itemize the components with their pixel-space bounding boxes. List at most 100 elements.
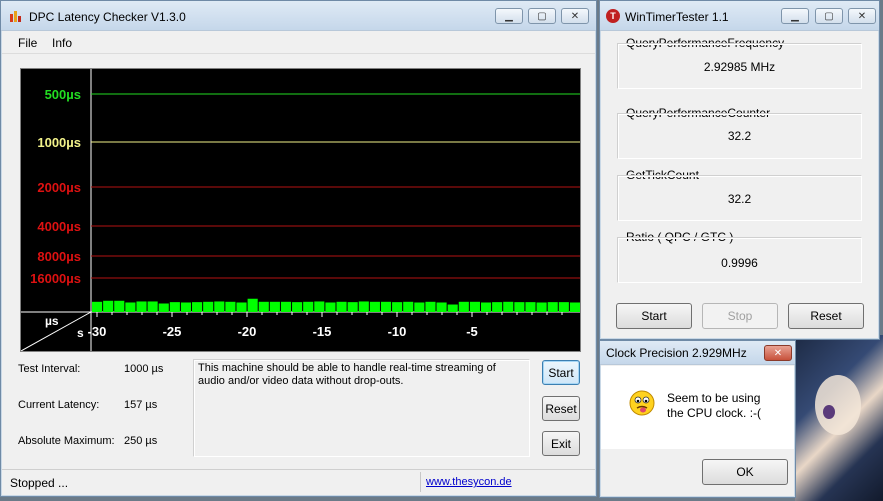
latency-bar [425,301,436,312]
latency-bar [136,301,147,312]
status-divider [420,472,421,492]
status-bar: Stopped ... www.thesycon.de [2,469,595,495]
wtt-app-icon: T [606,9,620,23]
close-icon[interactable]: ✕ [561,8,589,24]
axis-corner-top: µs [45,314,59,328]
value-qpf: 2.92985 MHz [703,60,776,74]
website-link[interactable]: www.thesycon.de [426,476,512,488]
latency-bar [492,302,503,312]
clock-precision-dialog: Clock Precision 2.929MHz ✕ Seem to be us… [599,340,796,498]
latency-chart: µs s 16000µs 8000µs 4000µs 2000µs 1000µs 500µ… [20,68,581,352]
close-icon[interactable]: ✕ [848,8,876,24]
value-gtc: 32.2 [727,192,752,206]
latency-bar [503,301,514,312]
start-button[interactable]: Start [542,360,580,385]
maximize-icon[interactable]: ▢ [815,8,843,24]
latency-bar [336,301,347,312]
y-tick-label: 8000µs [37,249,81,264]
menu-bar: File Info [2,32,595,54]
latency-bar [92,301,103,312]
menu-info[interactable]: Info [52,36,72,50]
latency-bar [303,301,314,312]
latency-bar [358,301,369,312]
value-qpc: 32.2 [727,129,752,143]
latency-bar [325,302,336,312]
latency-bar [414,302,425,312]
window-title: DPC Latency Checker V1.3.0 [29,10,186,24]
message-text: This machine should be able to handle re… [198,362,496,387]
dialog-titlebar[interactable]: Clock Precision 2.929MHz ✕ [600,341,795,365]
dialog-message-line1: Seem to be using [667,391,761,405]
latency-bar [169,302,180,312]
maximize-icon[interactable]: ▢ [528,8,556,24]
stat-value-absolute-maximum: 250 µs [124,435,158,447]
latency-bar [369,301,380,312]
menu-file[interactable]: File [18,36,37,50]
y-tick-label: 500µs [45,87,81,102]
artwork-detail [815,375,861,435]
latency-bar [525,302,536,312]
latency-bar [514,302,525,312]
artwork-detail [823,405,835,419]
x-tick-label: -30 [88,324,107,339]
latency-bar [403,301,414,312]
latency-bar [436,302,447,312]
x-tick-label: -25 [163,324,182,339]
app-icon [10,11,21,22]
y-tick-label: 16000µs [30,271,81,286]
exit-button[interactable]: Exit [542,431,580,456]
x-tick-label: -5 [466,324,478,339]
stat-label-absolute-maximum: Absolute Maximum: [18,435,115,447]
dialog-message-line2: the CPU clock. :-( [667,406,762,420]
x-tick-label: -15 [313,324,332,339]
stat-label-test-interval: Test Interval: [18,363,81,375]
latency-bar [458,301,469,312]
wtt-window: T WinTimerTester 1.1 ▁ ▢ ✕ QueryPerforma… [599,0,880,340]
latency-bar [203,301,214,312]
dpc-titlebar[interactable]: DPC Latency Checker V1.3.0 ▁ ▢ ✕ [1,1,596,31]
latency-bar [447,304,458,312]
status-text: Stopped ... [10,476,69,490]
latency-bar [536,302,547,312]
close-icon[interactable]: ✕ [764,345,792,361]
latency-bar [269,301,280,312]
dpc-window: DPC Latency Checker V1.3.0 ▁ ▢ ✕ File In… [0,0,597,497]
latency-bar [236,302,247,312]
latency-bar [225,301,236,312]
latency-bar [180,302,192,312]
latency-bar [258,301,269,312]
stat-value-current-latency: 157 µs [124,399,158,411]
latency-bar [314,301,325,312]
latency-bar [103,300,114,312]
smiley-icon [629,390,655,416]
value-ratio: 0.9996 [721,256,758,270]
latency-bar [214,301,225,312]
wtt-title: WinTimerTester 1.1 [625,10,729,24]
latency-bar [380,301,392,312]
x-tick-label: -10 [388,324,407,339]
reset-button[interactable]: Reset [542,396,580,421]
y-tick-label: 1000µs [37,135,81,150]
latency-bar [347,302,358,312]
dialog-title: Clock Precision 2.929MHz [606,346,747,360]
latency-bar [114,300,125,312]
y-tick-label: 2000µs [37,180,81,195]
latency-bar [569,302,580,312]
latency-bar [280,301,292,312]
message-box: This machine should be able to handle re… [193,359,530,457]
latency-bar [547,302,558,312]
wtt-reset-button[interactable]: Reset [788,303,864,329]
latency-bar [480,302,492,312]
desktop-artwork [795,335,883,501]
wtt-titlebar[interactable]: T WinTimerTester 1.1 ▁ ▢ ✕ [600,1,879,31]
latency-bar [158,303,169,312]
minimize-icon[interactable]: ▁ [495,8,523,24]
ok-button[interactable]: OK [702,459,788,485]
y-tick-label: 4000µs [37,219,81,234]
latency-bar [469,301,480,312]
latency-chart-svg: µs s 16000µs 8000µs 4000µs 2000µs 1000µs 500µ… [21,69,580,351]
latency-bar [147,301,158,312]
minimize-icon[interactable]: ▁ [781,8,809,24]
wtt-stop-button[interactable]: Stop [702,303,778,329]
wtt-start-button[interactable]: Start [616,303,692,329]
